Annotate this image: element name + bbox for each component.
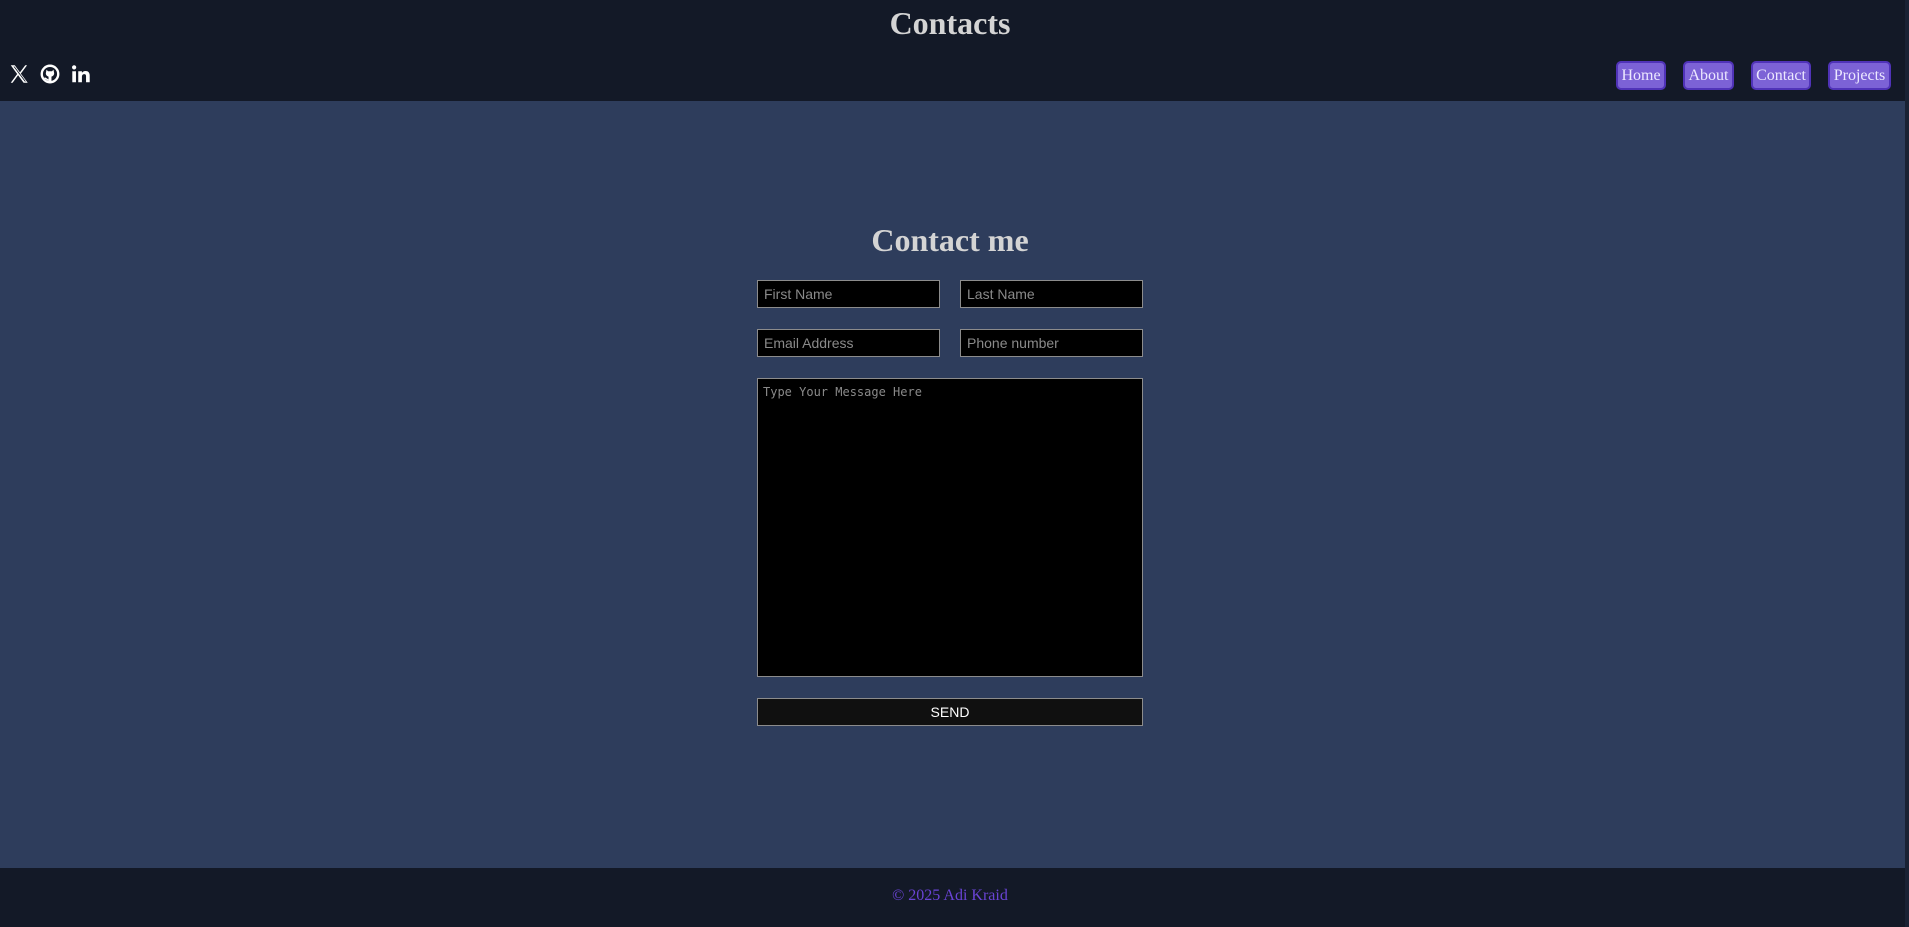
send-button[interactable]: SEND: [757, 698, 1143, 726]
email-input[interactable]: [757, 329, 940, 357]
page-scrollbar[interactable]: [1905, 0, 1909, 927]
first-name-input[interactable]: [757, 280, 940, 308]
contact-heading: Contact me: [871, 222, 1029, 258]
linkedin-icon[interactable]: [70, 63, 92, 85]
page: Contacts Home About Contact Projects Con…: [0, 0, 1909, 927]
x-icon[interactable]: [8, 63, 30, 85]
phone-input[interactable]: [960, 329, 1143, 357]
github-icon[interactable]: [39, 63, 61, 85]
page-title: Contacts: [889, 5, 1011, 41]
message-textarea[interactable]: [757, 378, 1143, 677]
copyright-text: © 2025 Adi Kraid: [892, 887, 1008, 904]
site-header: Contacts Home About Contact Projects: [0, 0, 1905, 101]
social-links: [8, 63, 92, 85]
nav-contact-button[interactable]: Contact: [1751, 61, 1811, 90]
site-footer: © 2025 Adi Kraid: [0, 868, 1905, 927]
nav-projects-button[interactable]: Projects: [1828, 61, 1891, 90]
nav-home-button[interactable]: Home: [1616, 61, 1666, 90]
nav-about-button[interactable]: About: [1683, 61, 1734, 90]
main-nav: Home About Contact Projects: [1616, 61, 1891, 90]
last-name-input[interactable]: [960, 280, 1143, 308]
